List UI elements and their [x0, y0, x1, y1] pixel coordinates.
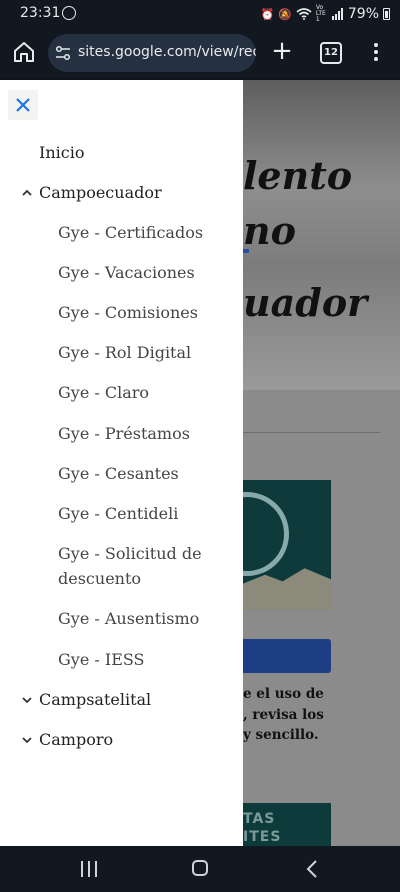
hero-line-2: no — [243, 208, 296, 253]
more-menu-icon[interactable] — [368, 40, 384, 66]
signal-icon — [331, 8, 343, 20]
nav-subitem-comisiones[interactable]: Gye - Comisiones — [58, 300, 198, 325]
navigation-drawer: Inicio Campoecuador Gye - Certificados G… — [0, 80, 243, 846]
chevron-down-icon[interactable] — [20, 693, 34, 707]
hero-line-3: uador — [243, 280, 368, 325]
nav-subitem-cesantes[interactable]: Gye - Cesantes — [58, 461, 179, 486]
nav-item-inicio[interactable]: Inicio — [39, 140, 84, 165]
nav-subitem-solicitud-descuento[interactable]: Gye - Solicitud de descuento — [58, 541, 202, 591]
body-line-1: e el uso de — [243, 686, 324, 702]
home-icon[interactable] — [12, 40, 36, 64]
card-line-2: ITES — [243, 829, 282, 845]
alarm-icon: ⏰ — [260, 7, 275, 21]
nav-subitem-rol-digital[interactable]: Gye - Rol Digital — [58, 340, 191, 365]
nav-item-campoecuador[interactable]: Campoecuador — [39, 180, 162, 205]
nav-subitem-prestamos[interactable]: Gye - Préstamos — [58, 421, 190, 446]
close-drawer-button[interactable] — [8, 90, 38, 120]
tab-switcher-button[interactable]: 12 — [320, 42, 342, 64]
nav-subitem-solicitud-line-1: Gye - Solicitud de — [58, 544, 202, 563]
hero-underline — [243, 249, 249, 253]
home-nav-icon[interactable] — [192, 860, 208, 876]
address-bar[interactable]: sites.google.com/view/requer — [48, 34, 256, 72]
url-text: sites.google.com/view/requer — [78, 44, 256, 60]
card-line-1: TAS — [243, 811, 276, 827]
hero-line-1: lento — [243, 153, 353, 198]
back-icon[interactable] — [305, 859, 319, 879]
close-icon — [16, 98, 30, 112]
site-settings-icon[interactable] — [55, 45, 71, 61]
nav-subitem-solicitud-line-2: descuento — [58, 569, 142, 588]
notification-icon — [62, 6, 76, 20]
recent-apps-icon[interactable] — [81, 861, 97, 877]
new-tab-button[interactable]: + — [270, 38, 294, 66]
status-bar: 23:31 ⏰ 🔕 Vo LTE1 79% — [0, 0, 400, 28]
system-nav-bar — [0, 846, 400, 892]
chevron-down-icon[interactable] — [20, 733, 34, 747]
browser-toolbar: sites.google.com/view/requer + 12 — [0, 28, 400, 78]
nav-subitem-certificados[interactable]: Gye - Certificados — [58, 220, 203, 245]
mute-icon: 🔕 — [278, 7, 292, 21]
nav-item-camporo[interactable]: Camporo — [39, 727, 113, 752]
battery-icon — [383, 8, 390, 20]
nav-subitem-centideli[interactable]: Gye - Centideli — [58, 501, 178, 526]
status-icons: ⏰ 🔕 Vo LTE1 79% — [260, 5, 390, 23]
nav-subitem-claro[interactable]: Gye - Claro — [58, 380, 149, 405]
nav-subitem-vacaciones[interactable]: Gye - Vacaciones — [58, 260, 195, 285]
question-icon: ? — [243, 492, 289, 576]
battery-text: 79% — [347, 6, 379, 22]
chevron-up-icon[interactable] — [20, 186, 34, 200]
body-line-3: y sencillo. — [243, 727, 319, 743]
help-card-image[interactable]: ? — [243, 480, 331, 610]
wifi-icon — [296, 8, 312, 20]
nav-item-campsatelital[interactable]: Campsatelital — [39, 687, 151, 712]
bottom-card-image[interactable]: TAS ITES — [243, 803, 331, 846]
nav-subitem-iess[interactable]: Gye - IESS — [58, 647, 145, 672]
network-type: Vo LTE1 — [315, 4, 326, 23]
page-divider — [243, 432, 380, 433]
nav-subitem-ausentismo[interactable]: Gye - Ausentismo — [58, 606, 199, 631]
body-line-2: , revisa los — [243, 707, 324, 723]
status-time: 23:31 — [20, 5, 61, 21]
page-button[interactable] — [243, 639, 331, 673]
